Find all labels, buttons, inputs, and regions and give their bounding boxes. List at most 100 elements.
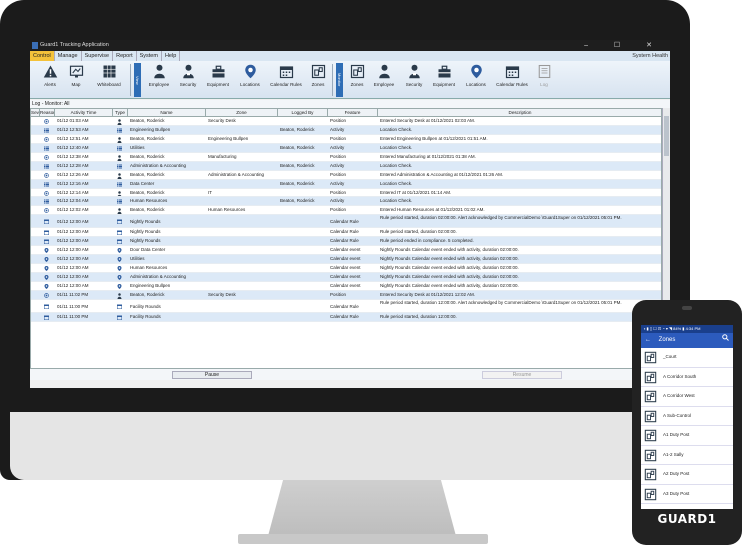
ribbon-calendar-rules-button[interactable]: Calendar Rules — [267, 64, 305, 97]
feature-cell: Calendar event — [330, 282, 361, 288]
zone-icon — [644, 371, 657, 384]
table-row[interactable]: 01/12 12:14 AM Beaton, Roderick IT Position… — [31, 189, 661, 198]
ribbon-security-button[interactable]: Security — [401, 64, 427, 97]
menu-item-help[interactable]: Help — [162, 51, 181, 61]
menu-item-report[interactable]: Report — [113, 51, 137, 61]
pause-button[interactable]: Pause — [172, 371, 252, 379]
resume-button[interactable]: Resume — [482, 371, 562, 379]
ribbon-whiteboard-button[interactable]: Whiteboard — [92, 64, 126, 97]
phone-app-bar: ← Zones — [641, 333, 733, 348]
ribbon-security-button[interactable]: Security — [176, 64, 200, 97]
ribbon-locations-button[interactable]: Locations — [462, 64, 490, 97]
menu-item-manage[interactable]: Manage — [55, 51, 82, 61]
column-header-reason[interactable]: Reason — [40, 109, 55, 117]
system-health-label[interactable]: System Health — [632, 51, 668, 61]
ribbon-employee-button[interactable]: Employee — [145, 64, 173, 97]
window-controls[interactable]: – ☐ ✕ — [584, 40, 664, 51]
zone-list-item[interactable]: A1 Duty Post — [641, 426, 733, 446]
zone-list-item[interactable]: A Corridor South — [641, 368, 733, 387]
column-header-logged-by[interactable]: Logged By — [278, 109, 328, 117]
name-cell: Door Data Center — [130, 247, 166, 253]
table-row[interactable]: 01/12 12:16 AM Data Center Beaton, Roderic… — [31, 179, 661, 189]
table-row[interactable]: 01/12 12:00 AM Administration & Accountin… — [31, 273, 661, 282]
zone-cell: Manufacturing — [208, 153, 237, 159]
table-row[interactable]: 01/12 01:03 AM Beaton, Roderick Security D… — [31, 117, 661, 126]
ribbon-zones-button[interactable]: Zones — [346, 64, 368, 97]
employee-icon — [377, 64, 392, 79]
activity-time-cell: 01/11 11:00 PM — [57, 313, 89, 319]
menu-item-system[interactable]: System — [137, 51, 162, 61]
ribbon-button-label: Locations — [466, 82, 486, 87]
activity-time-cell: 01/12 12:00 AM — [57, 265, 89, 271]
table-row[interactable]: 01/12 12:26 AM Beaton, Roderick Administra… — [31, 171, 661, 180]
menu-item-supervise[interactable]: Supervise — [82, 51, 114, 61]
activity-icon — [44, 164, 49, 169]
ribbon-calendar-rules-button[interactable]: Calendar Rules — [493, 64, 531, 97]
column-header-zone[interactable]: Zone — [206, 109, 278, 117]
feature-cell: Activity — [330, 126, 345, 132]
table-row[interactable]: 01/11 11:00 PM Facility Rounds Calendar Ru… — [31, 312, 661, 322]
employee-icon — [152, 64, 167, 79]
ribbon-equipment-button[interactable]: Equipment — [203, 64, 233, 97]
description-cell: Location Check. — [380, 162, 413, 168]
table-row[interactable]: 01/12 12:00 AM Human Resources Calendar ev… — [31, 264, 661, 273]
menu-item-control[interactable]: Control — [30, 51, 55, 61]
table-row[interactable]: 01/12 12:00 AM Utilities Calendar event Nig… — [31, 255, 661, 265]
activity-time-cell: 01/12 12:00 AM — [57, 247, 89, 253]
zone-list-item[interactable]: _Court — [641, 348, 733, 368]
column-header-description[interactable]: Description — [378, 109, 661, 117]
name-cell: Beaton, Roderick — [130, 207, 165, 213]
zone-list-item[interactable]: A1-2 Sally — [641, 446, 733, 465]
zone-list-item[interactable]: A3 Duty Post — [641, 485, 733, 504]
calendar-type-icon — [117, 219, 122, 225]
table-row[interactable]: 01/12 12:02 AM Beaton, Roderick Human Reso… — [31, 206, 661, 216]
table-row[interactable]: 01/12 12:00 AM Engineering Bullpen Calenda… — [31, 282, 661, 291]
reason-cell — [40, 264, 55, 272]
activity-type-icon — [117, 164, 122, 169]
table-row[interactable]: 01/11 11:00 PM Facility Rounds Calendar Ru… — [31, 300, 661, 313]
back-arrow-icon[interactable]: ← — [645, 337, 651, 343]
table-row[interactable]: 01/12 12:04 AM Human Resources Beaton, Rod… — [31, 197, 661, 207]
activity-icon — [44, 146, 49, 151]
column-header-name[interactable]: Name — [128, 109, 206, 117]
zone-list-item[interactable]: A2 Duty Post — [641, 465, 733, 485]
ribbon-button-label: Whiteboard — [97, 82, 121, 87]
ribbon-zones-button[interactable]: Zones — [307, 64, 329, 97]
brand-logo: GUARD1 — [657, 512, 717, 526]
column-header-type[interactable]: Type — [113, 109, 128, 117]
table-row[interactable]: 01/12 12:38 AM Beaton, Roderick Manufactur… — [31, 153, 661, 162]
table-row[interactable]: 01/12 12:00 AM Nightly Rounds Calendar Rul… — [31, 237, 661, 247]
table-row[interactable]: 01/12 12:00 AM Nightly Rounds Calendar Rul… — [31, 228, 661, 238]
zone-list-item[interactable]: A Sub-Control — [641, 407, 733, 426]
ribbon-log-button[interactable]: Log — [533, 64, 555, 97]
calendar-icon — [44, 239, 49, 245]
ribbon-employee-button[interactable]: Employee — [370, 64, 398, 97]
position-icon — [44, 190, 49, 196]
table-row[interactable]: 01/12 12:00 AM Nightly Rounds Calendar Rul… — [31, 215, 661, 229]
ribbon-alerts-button[interactable]: Alerts — [41, 64, 59, 97]
ribbon-locations-button[interactable]: Locations — [236, 64, 264, 97]
column-header-activity-time[interactable]: Activity Time — [55, 109, 113, 117]
column-header-sev[interactable]: Sev — [31, 109, 40, 117]
reason-cell — [40, 282, 55, 290]
logged-by-cell: Beaton, Roderick — [280, 162, 315, 168]
ribbon-map-button[interactable]: Map — [64, 64, 88, 97]
table-row[interactable]: 01/12 12:28 AM Administration & Accountin… — [31, 161, 661, 171]
type-cell — [113, 282, 128, 290]
reason-cell — [40, 246, 55, 254]
column-header-feature[interactable]: Feature — [328, 109, 378, 117]
table-row[interactable]: 01/11 11:02 PM Beaton, Roderick Security D… — [31, 290, 661, 300]
zone-icon — [644, 390, 657, 403]
table-row[interactable]: 01/12 12:51 AM Beaton, Roderick Engineerin… — [31, 135, 661, 144]
phone-title: Zones — [658, 337, 676, 343]
ribbon-equipment-button[interactable]: Equipment — [429, 64, 459, 97]
table-row[interactable]: 01/12 12:53 AM Engineering Bullpen Beaton,… — [31, 125, 661, 135]
table-row[interactable]: 01/12 12:00 AM Door Data Center Calendar e… — [31, 246, 661, 256]
logged-by-cell: Beaton, Roderick — [280, 126, 315, 132]
zone-cell: Security Desk — [208, 291, 236, 297]
ribbon-button-label: Locations — [240, 82, 260, 87]
search-icon[interactable] — [722, 333, 729, 348]
zone-list-item[interactable]: A Corridor West — [641, 387, 733, 407]
scrollbar-thumb[interactable] — [664, 116, 669, 156]
table-row[interactable]: 01/12 12:40 AM Utilities Beaton, Roderick A… — [31, 143, 661, 153]
